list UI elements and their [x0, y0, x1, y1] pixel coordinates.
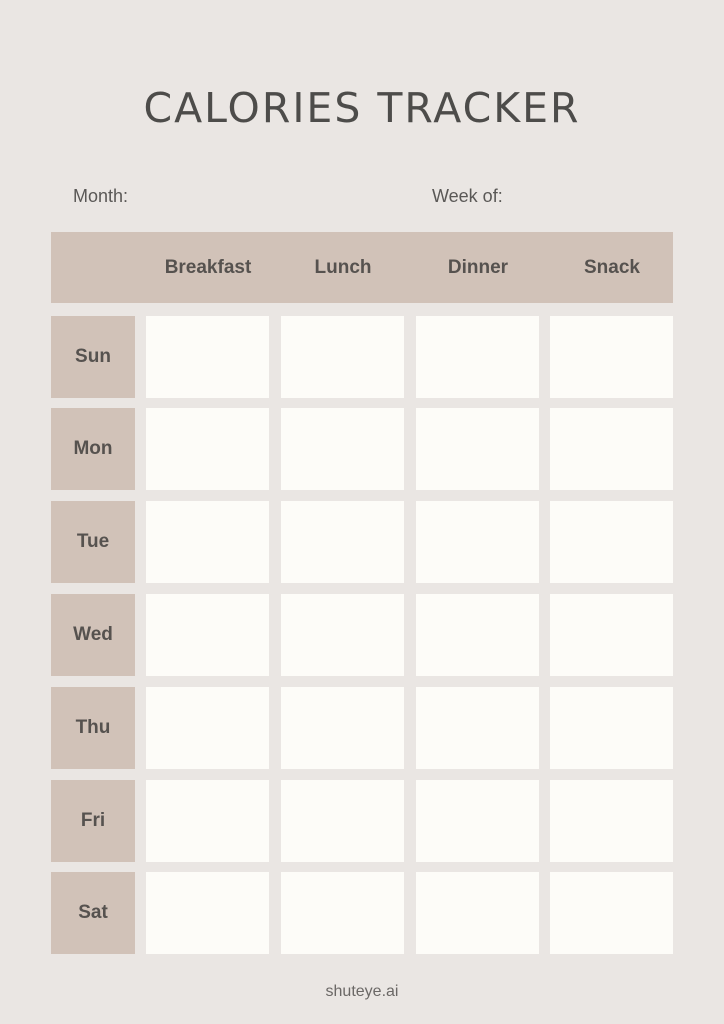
- entry-cell-tue-dinner[interactable]: [416, 501, 539, 583]
- page-title: CALORIES TRACKER: [143, 84, 581, 132]
- entry-cell-fri-dinner[interactable]: [416, 780, 539, 862]
- entry-cell-thu-breakfast[interactable]: [146, 687, 269, 769]
- day-label-sun: Sun: [51, 316, 135, 398]
- entry-cell-sat-lunch[interactable]: [281, 872, 404, 954]
- footer-brand: shuteye.ai: [325, 983, 399, 1000]
- week-of-label: Week of:: [432, 186, 503, 206]
- entry-cell-fri-snack[interactable]: [550, 780, 673, 862]
- column-header-breakfast: Breakfast: [164, 257, 252, 278]
- entry-cell-wed-dinner[interactable]: [416, 594, 539, 676]
- entry-cell-mon-snack[interactable]: [550, 408, 673, 490]
- day-label-fri: Fri: [51, 780, 135, 862]
- entry-cell-sun-snack[interactable]: [550, 316, 673, 398]
- column-header-band: Breakfast Lunch Dinner Snack: [51, 232, 673, 303]
- entry-cell-thu-snack[interactable]: [550, 687, 673, 769]
- day-label-sat: Sat: [51, 872, 135, 954]
- entry-cell-wed-lunch[interactable]: [281, 594, 404, 676]
- entry-cell-wed-snack[interactable]: [550, 594, 673, 676]
- day-label-wed: Wed: [51, 594, 135, 676]
- day-label-mon: Mon: [51, 408, 135, 490]
- column-header-dinner: Dinner: [447, 257, 509, 278]
- entry-cell-sat-breakfast[interactable]: [146, 872, 269, 954]
- entry-cell-tue-lunch[interactable]: [281, 501, 404, 583]
- entry-cell-sun-lunch[interactable]: [281, 316, 404, 398]
- entry-cell-fri-breakfast[interactable]: [146, 780, 269, 862]
- entry-cell-sun-breakfast[interactable]: [146, 316, 269, 398]
- day-label-thu: Thu: [51, 687, 135, 769]
- entry-cell-thu-lunch[interactable]: [281, 687, 404, 769]
- entry-cell-sat-snack[interactable]: [550, 872, 673, 954]
- column-header-lunch: Lunch: [314, 257, 372, 278]
- entry-cell-mon-breakfast[interactable]: [146, 408, 269, 490]
- entry-cell-sun-dinner[interactable]: [416, 316, 539, 398]
- entry-cell-tue-snack[interactable]: [550, 501, 673, 583]
- entry-cell-thu-dinner[interactable]: [416, 687, 539, 769]
- entry-cell-fri-lunch[interactable]: [281, 780, 404, 862]
- day-label-tue: Tue: [51, 501, 135, 583]
- entry-cell-mon-lunch[interactable]: [281, 408, 404, 490]
- month-label: Month:: [73, 186, 129, 206]
- column-header-snack: Snack: [584, 257, 640, 278]
- entry-cell-sat-dinner[interactable]: [416, 872, 539, 954]
- entry-cell-wed-breakfast[interactable]: [146, 594, 269, 676]
- entry-cell-mon-dinner[interactable]: [416, 408, 539, 490]
- entry-cell-tue-breakfast[interactable]: [146, 501, 269, 583]
